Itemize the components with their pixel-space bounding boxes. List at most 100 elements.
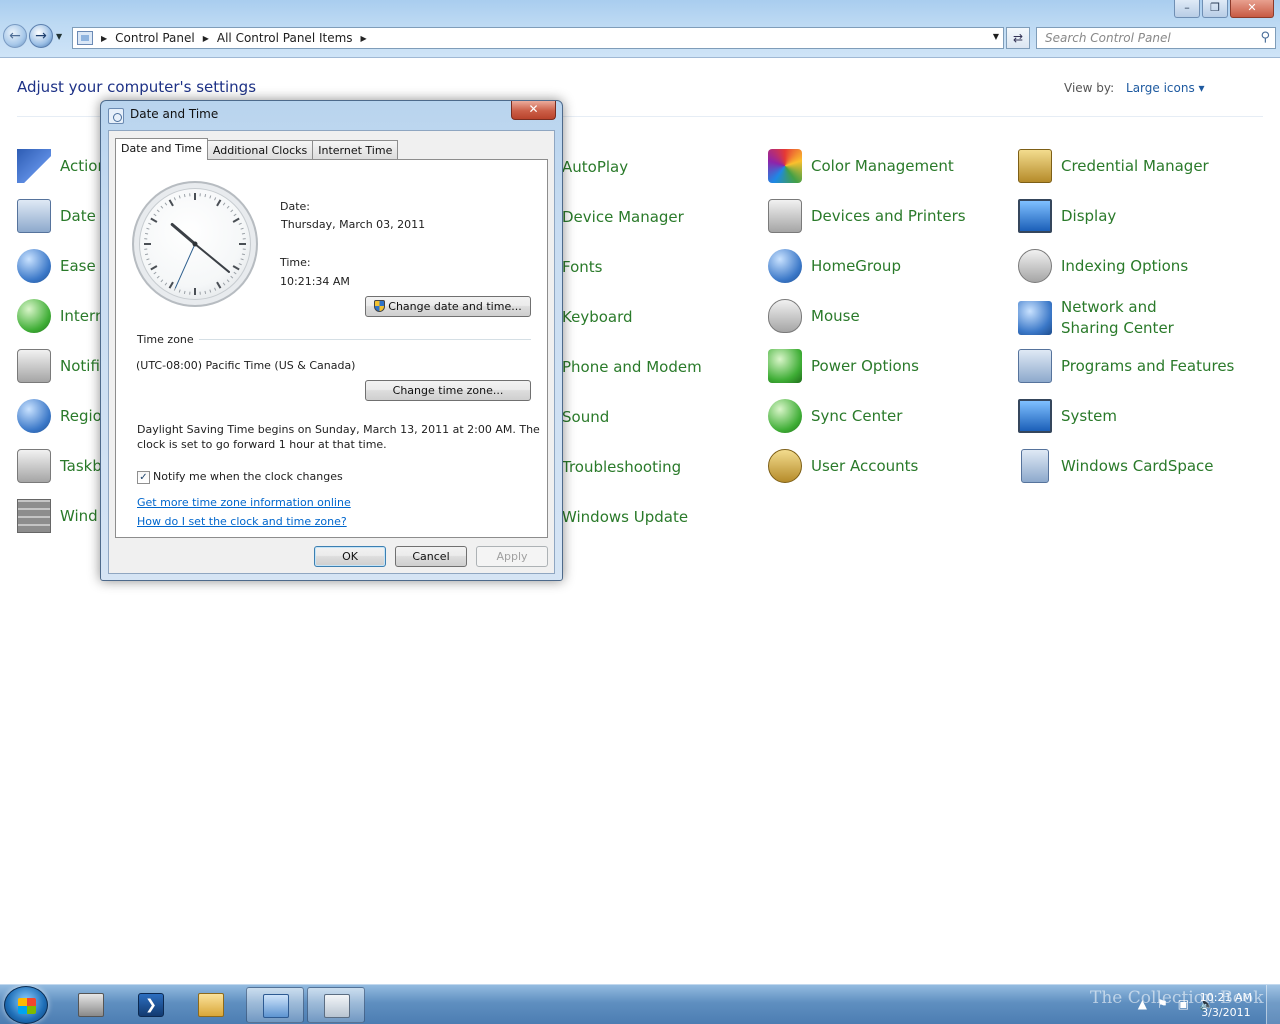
breadcrumb-all-items[interactable]: All Control Panel Items xyxy=(217,31,353,45)
cp-item-programs-features[interactable]: Programs and Features xyxy=(1018,349,1258,383)
address-bar[interactable]: ▶ Control Panel ▶ All Control Panel Item… xyxy=(72,27,1004,49)
cp-item-sync-center[interactable]: Sync Center xyxy=(768,399,1008,433)
breadcrumb-control-panel[interactable]: Control Panel xyxy=(115,31,195,45)
date-time-taskbar-icon xyxy=(324,994,350,1018)
cp-item-indexing-options[interactable]: Indexing Options xyxy=(1018,249,1258,283)
clock-minute-mark xyxy=(146,227,150,230)
network-tray-icon[interactable]: ▣ xyxy=(1178,997,1189,1011)
clock-minute-mark xyxy=(240,227,244,230)
cp-item-user-accounts[interactable]: User Accounts xyxy=(768,449,1008,483)
clock-minute-hand xyxy=(194,243,231,273)
forward-button[interactable]: → xyxy=(29,24,53,48)
how-to-set-clock-link[interactable]: How do I set the clock and time zone? xyxy=(137,515,347,528)
breadcrumb-arrow-icon[interactable]: ▶ xyxy=(203,34,209,43)
globe-clock-icon xyxy=(17,399,51,433)
cp-item-keyboard[interactable]: Keyboard xyxy=(562,307,802,328)
cp-item-homegroup[interactable]: HomeGroup xyxy=(768,249,1008,283)
breadcrumb-arrow-icon[interactable]: ▶ xyxy=(361,34,367,43)
cp-item-fonts[interactable]: Fonts xyxy=(562,257,802,278)
apply-button[interactable]: Apply xyxy=(476,546,548,567)
tab-date-and-time[interactable]: Date and Time xyxy=(115,138,208,160)
cp-item-mouse[interactable]: Mouse xyxy=(768,299,1008,333)
search-input[interactable]: Search Control Panel ⚲ xyxy=(1036,27,1276,49)
cp-item-phone-modem[interactable]: Phone and Modem xyxy=(562,357,802,378)
clock-minute-mark xyxy=(204,290,207,294)
taskbar-clock[interactable]: 10:21 AM 3/3/2011 xyxy=(1200,990,1252,1020)
taskbar: ❯ The Collection Book ▲ ⚑ ▣ 🔈 10:21 AM 3… xyxy=(0,984,1280,1024)
show-desktop-button[interactable] xyxy=(1266,985,1280,1024)
tab-additional-clocks[interactable]: Additional Clocks xyxy=(206,140,314,160)
cp-item-label: User Accounts xyxy=(811,456,919,475)
cp-item-devices-printers[interactable]: Devices and Printers xyxy=(768,199,1008,233)
cancel-button[interactable]: Cancel xyxy=(395,546,467,567)
address-dropdown-icon[interactable]: ▼ xyxy=(993,32,999,41)
tab-internet-time[interactable]: Internet Time xyxy=(312,140,399,160)
start-button[interactable] xyxy=(4,986,48,1024)
mouse-icon xyxy=(768,299,802,333)
flag-icon xyxy=(17,149,51,183)
notification-area-icon xyxy=(17,349,51,383)
cp-item-display[interactable]: Display xyxy=(1018,199,1258,233)
cp-item-windows-cardspace[interactable]: Windows CardSpace xyxy=(1018,449,1258,483)
show-hidden-icons-icon[interactable]: ▲ xyxy=(1138,997,1147,1011)
clock-hour-mark xyxy=(150,217,158,223)
view-by-dropdown[interactable]: Large icons ▾ xyxy=(1126,81,1205,95)
taskbar-control-panel[interactable] xyxy=(246,987,304,1023)
change-time-zone-button[interactable]: Change time zone... xyxy=(365,380,531,401)
maximize-button[interactable]: ❐ xyxy=(1202,0,1228,18)
tab-panel-date-and-time: Date: Thursday, March 03, 2011 Time: 10:… xyxy=(115,159,548,538)
search-placeholder: Search Control Panel xyxy=(1045,31,1171,45)
more-timezone-info-link[interactable]: Get more time zone information online xyxy=(137,496,351,509)
clock-hour-mark xyxy=(168,281,174,289)
homegroup-icon xyxy=(768,249,802,283)
cp-item-label: Sync Center xyxy=(811,406,903,425)
cp-item-troubleshooting[interactable]: Troubleshooting xyxy=(562,457,802,478)
cp-item-label: Devices and Printers xyxy=(811,206,966,225)
cp-item-sound[interactable]: Sound xyxy=(562,407,802,428)
cp-item-label: System xyxy=(1061,406,1117,425)
uac-shield-icon xyxy=(374,300,386,312)
cp-item-label: Wind xyxy=(60,506,98,525)
dialog-close-button[interactable]: ✕ xyxy=(511,101,556,120)
notify-checkbox[interactable]: ✓ xyxy=(137,471,150,484)
cp-item-credential-manager[interactable]: Credential Manager xyxy=(1018,149,1258,183)
cp-item-windows-update[interactable]: Windows Update xyxy=(562,507,802,528)
clock-hour-mark xyxy=(216,199,222,207)
dst-text-line2: clock is set to go forward 1 hour at tha… xyxy=(137,438,387,451)
vault-icon xyxy=(1018,149,1052,183)
clock-minute-mark xyxy=(238,222,242,225)
clock-minute-mark xyxy=(204,194,207,198)
explorer-chrome: – ❐ ✕ ← → ▼ ▶ Control Panel ▶ All Contro… xyxy=(0,0,1280,58)
cp-item-device-manager[interactable]: Device Manager xyxy=(562,207,802,228)
clock-minute-mark xyxy=(226,279,230,283)
cp-item-power-options[interactable]: Power Options xyxy=(768,349,1008,383)
close-button[interactable]: ✕ xyxy=(1230,0,1274,18)
taskbar-date-time[interactable] xyxy=(307,987,365,1023)
clock-hour-mark xyxy=(168,199,174,207)
ok-button[interactable]: OK xyxy=(314,546,386,567)
cp-item-label: Credential Manager xyxy=(1061,156,1209,175)
cp-item-label: HomeGroup xyxy=(811,256,901,275)
taskbar-explorer[interactable] xyxy=(182,987,240,1023)
windows-logo-icon xyxy=(18,998,36,1014)
cp-item-label: Notifi xyxy=(60,356,100,375)
indexing-icon xyxy=(1018,249,1052,283)
search-icon[interactable]: ⚲ xyxy=(1260,30,1270,45)
cp-item-color-management[interactable]: Color Management xyxy=(768,149,1008,183)
minimize-button[interactable]: – xyxy=(1174,0,1200,18)
cp-item-autoplay[interactable]: AutoPlay xyxy=(562,157,802,178)
timezone-heading: Time zone xyxy=(137,333,194,346)
recent-pages-dropdown[interactable]: ▼ xyxy=(56,32,62,41)
cp-item-system[interactable]: System xyxy=(1018,399,1258,433)
notify-label: Notify me when the clock changes xyxy=(153,470,343,483)
cp-item-network-sharing[interactable]: Network and Sharing Center xyxy=(1018,297,1218,339)
refresh-button[interactable]: ⇄ xyxy=(1006,27,1030,49)
clock-minute-mark xyxy=(209,289,212,293)
change-date-time-button[interactable]: Change date and time... xyxy=(365,296,531,317)
action-center-flag-icon[interactable]: ⚑ xyxy=(1157,997,1168,1011)
taskbar-date: 3/3/2011 xyxy=(1201,1006,1251,1019)
taskbar-server-manager[interactable] xyxy=(62,987,120,1023)
breadcrumb-arrow-icon[interactable]: ▶ xyxy=(101,34,107,43)
back-button[interactable]: ← xyxy=(3,24,27,48)
taskbar-powershell[interactable]: ❯ xyxy=(122,987,180,1023)
